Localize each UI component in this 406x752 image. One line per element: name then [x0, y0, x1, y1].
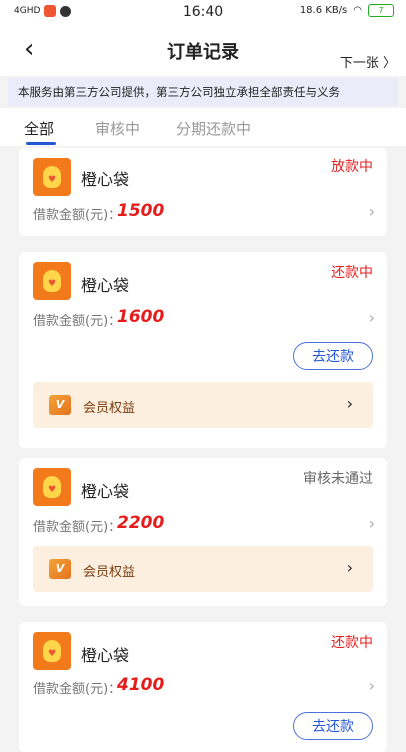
order-card[interactable]: ♥ 橙心袋 还款中 借款金额(元)： 4100 › 去还款: [19, 622, 387, 752]
order-status: 还款中: [331, 265, 373, 281]
member-benefits-label: 会员权益: [83, 565, 136, 580]
chevron-right-icon[interactable]: ›: [347, 394, 353, 413]
product-name: 橙心袋: [81, 482, 130, 501]
money-bag-icon: ♥: [33, 632, 71, 670]
tab-installment[interactable]: 分期还款中: [176, 118, 251, 139]
tab-bar: 全部 审核中 分期还款中: [0, 108, 406, 146]
next-link[interactable]: 下一张 〉: [340, 52, 396, 71]
order-status: 还款中: [331, 635, 373, 651]
status-right: 18.6 KB/s ◠ 7: [300, 4, 394, 17]
product-name: 橙心袋: [81, 646, 130, 665]
amount-label: 借款金额(元)：: [33, 314, 122, 329]
tab-reviewing[interactable]: 审核中: [95, 118, 140, 139]
money-bag-icon: ♥: [33, 468, 71, 506]
chevron-right-icon[interactable]: ›: [369, 514, 375, 533]
tab-indicator: [26, 142, 56, 145]
product-name: 橙心袋: [81, 170, 130, 189]
loan-amount: 1500: [117, 201, 165, 221]
loan-amount: 1600: [117, 307, 165, 327]
vip-icon: V: [49, 559, 71, 579]
net-speed: 18.6 KB/s: [299, 5, 348, 16]
chevron-right-icon[interactable]: ›: [347, 558, 353, 577]
repay-button[interactable]: 去还款: [293, 342, 373, 370]
loan-amount: 2200: [117, 513, 165, 533]
status-bar: 4GHD 16:40 18.6 KB/s ◠ 7: [0, 0, 406, 24]
chevron-right-icon[interactable]: ›: [369, 202, 375, 221]
amount-label: 借款金额(元)：: [33, 520, 122, 535]
amount-label: 借款金额(元)：: [33, 682, 122, 697]
money-bag-icon: ♥: [33, 262, 71, 300]
order-status: 审核未通过: [303, 471, 373, 487]
disclaimer-banner: 本服务由第三方公司提供，第三方公司独立承担全部责任与义务: [8, 78, 398, 106]
product-name: 橙心袋: [81, 276, 130, 295]
chevron-right-icon[interactable]: ›: [369, 676, 375, 695]
loan-amount: 4100: [117, 675, 165, 695]
member-benefits-label: 会员权益: [83, 401, 136, 416]
battery-icon: 7: [368, 4, 394, 17]
order-card[interactable]: ♥ 橙心袋 还款中 借款金额(元)： 1600 › 去还款 V 会员权益 ›: [19, 252, 387, 448]
nav-bar: ‹ 订单记录 下一张 〉: [0, 24, 406, 76]
vip-icon: V: [49, 395, 71, 415]
repay-button[interactable]: 去还款: [293, 712, 373, 740]
wifi-icon: ◠: [353, 5, 362, 16]
order-card[interactable]: ♥ 橙心袋 放款中 借款金额(元)： 1500 ›: [19, 148, 387, 236]
member-benefits-row[interactable]: V 会员权益 ›: [33, 546, 373, 592]
tab-all[interactable]: 全部: [24, 118, 54, 139]
chevron-right-icon[interactable]: ›: [369, 308, 375, 327]
order-card[interactable]: ♥ 橙心袋 审核未通过 借款金额(元)： 2200 › V 会员权益 ›: [19, 458, 387, 606]
money-bag-icon: ♥: [33, 158, 71, 196]
order-status: 放款中: [331, 159, 373, 175]
member-benefits-row[interactable]: V 会员权益 ›: [33, 382, 373, 428]
amount-label: 借款金额(元)：: [33, 208, 122, 223]
